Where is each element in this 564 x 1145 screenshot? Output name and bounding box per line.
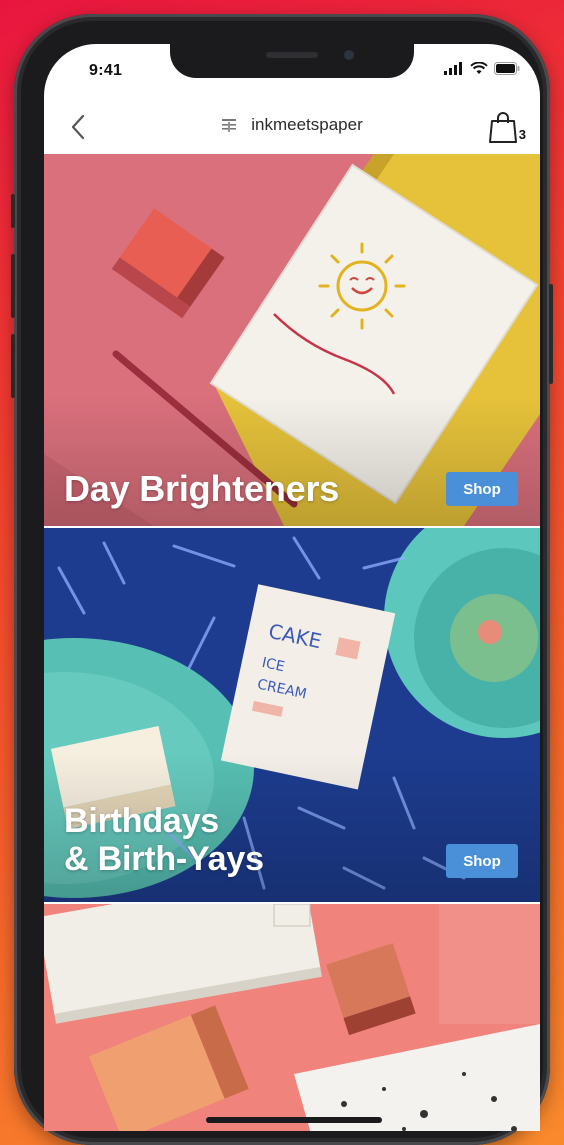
- storefront-icon: [222, 119, 237, 132]
- collection-title-line: & Birth-Yays: [64, 840, 264, 878]
- shopping-bag-icon: [488, 112, 517, 143]
- collection-card-partial[interactable]: [44, 904, 540, 1131]
- collection-title-line: Day Brighteners: [64, 468, 340, 509]
- system-icons: [444, 62, 520, 75]
- shopping-bag-button[interactable]: 3: [488, 110, 526, 144]
- mute-switch: [11, 194, 15, 228]
- notch: [170, 44, 414, 78]
- status-bar: 9:41: [44, 44, 540, 100]
- wifi-icon: [470, 62, 488, 74]
- speaker-grille: [266, 52, 318, 58]
- battery-icon: [494, 62, 520, 75]
- shop-title-group[interactable]: inkmeetspaper: [44, 115, 540, 135]
- collection-card-birthdays[interactable]: CAKE ICE CREAM: [44, 528, 540, 902]
- home-indicator[interactable]: [206, 1117, 382, 1123]
- collection-title: Day Brighteners: [64, 470, 339, 508]
- power-button: [549, 284, 553, 384]
- phone-screen: 9:41 inkmeetspaper 3 Day Brighteners Sho…: [44, 44, 540, 1131]
- collection-title: Birthdays & Birth-Yays: [64, 802, 264, 878]
- partial-collection-photo: [44, 904, 540, 1131]
- volume-down-button: [11, 334, 15, 398]
- status-time: 9:41: [89, 62, 123, 79]
- collection-title-line: Birthdays: [64, 802, 220, 840]
- front-camera: [344, 50, 354, 60]
- shop-header: inkmeetspaper 3: [44, 100, 540, 154]
- shop-title: inkmeetspaper: [251, 115, 363, 134]
- bag-item-count: 3: [518, 127, 526, 142]
- volume-up-button: [11, 254, 15, 318]
- collection-card-day-brighteners[interactable]: Day Brighteners Shop: [44, 154, 540, 526]
- shop-button[interactable]: Shop: [446, 472, 518, 506]
- shop-button[interactable]: Shop: [446, 844, 518, 878]
- signal-icon: [444, 62, 462, 75]
